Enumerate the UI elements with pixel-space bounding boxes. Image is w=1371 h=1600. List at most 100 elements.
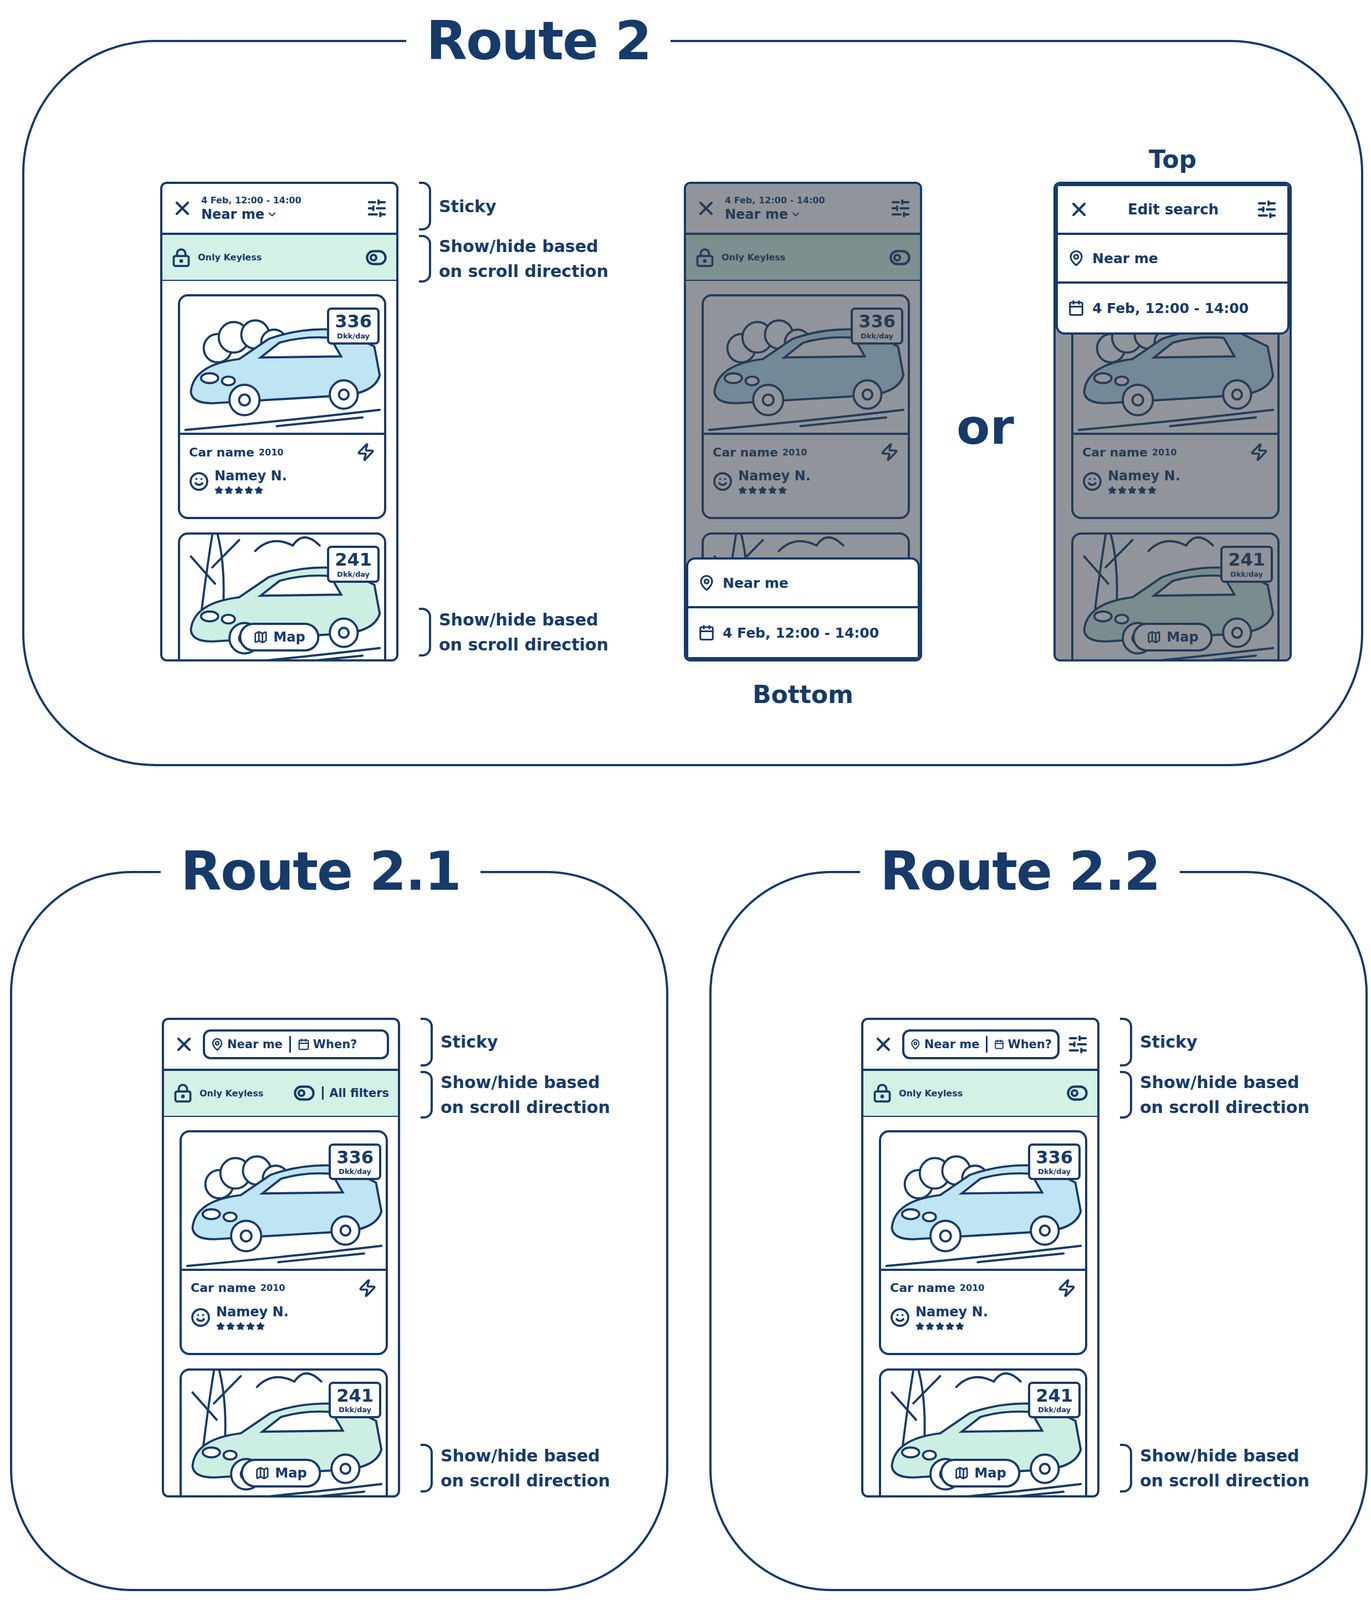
map-button[interactable]: Map bbox=[240, 1459, 321, 1488]
variant-caption: Bottom bbox=[752, 678, 854, 712]
filter-icon[interactable] bbox=[366, 197, 388, 219]
car-card[interactable]: 336Dkk/day Car name2010 Namey N. bbox=[177, 294, 387, 520]
location-text: Near me bbox=[201, 206, 359, 223]
bracket bbox=[420, 1071, 433, 1119]
owner-info: Namey N. bbox=[915, 1304, 989, 1332]
car-name: Car name bbox=[889, 1281, 956, 1296]
variant: 4 Feb, 12:00 - 14:00Near meOnly Keyless3… bbox=[683, 142, 923, 712]
calendar-icon bbox=[1067, 299, 1085, 317]
map-button[interactable]: Map bbox=[939, 1459, 1021, 1488]
bracket bbox=[1119, 1017, 1133, 1067]
car-name: Car name bbox=[188, 445, 255, 460]
pill-divider bbox=[289, 1036, 291, 1053]
price-badge: 241Dkk/day bbox=[326, 545, 380, 583]
header-bar: Near meWhen? bbox=[164, 1020, 398, 1072]
phone-group: Near meWhen?Only Keyless336Dkk/dayCar na… bbox=[861, 1017, 1314, 1498]
car-card[interactable]: 336Dkk/dayCar name2010Namey N. bbox=[878, 1130, 1088, 1356]
search-field[interactable]: Near me bbox=[1057, 234, 1288, 284]
top-search-sheet: Edit search Near me4 Feb, 12:00 - 14:00 bbox=[1055, 183, 1290, 335]
smiley-icon bbox=[889, 1307, 910, 1328]
search-field[interactable]: 4 Feb, 12:00 - 14:00 bbox=[1057, 283, 1288, 333]
route-frame: Route 24 Feb, 12:00 - 14:00Near meOnly K… bbox=[22, 10, 1364, 767]
star-icon bbox=[244, 486, 254, 495]
bracket bbox=[1119, 1444, 1133, 1493]
search-field-text: 4 Feb, 12:00 - 14:00 bbox=[722, 625, 879, 642]
pin-icon bbox=[698, 574, 715, 592]
calendar-icon bbox=[994, 1038, 1005, 1051]
search-summary[interactable]: 4 Feb, 12:00 - 14:00Near me bbox=[201, 195, 359, 223]
all-filters-button[interactable]: All filters bbox=[321, 1086, 390, 1101]
owner-info: Namey N. bbox=[214, 468, 288, 495]
car-card[interactable]: 336Dkk/dayCar name2010Namey N. bbox=[179, 1130, 388, 1356]
phone-screen: 4 Feb, 12:00 - 14:00Near me Only Keyless 3… bbox=[160, 181, 399, 662]
owner-name: Namey N. bbox=[915, 1304, 989, 1321]
map-icon bbox=[954, 1466, 969, 1481]
map-icon bbox=[253, 630, 268, 645]
search-pill[interactable]: Near meWhen? bbox=[902, 1029, 1060, 1060]
star-icon bbox=[915, 1322, 925, 1332]
car-name-row: Car name2010 bbox=[190, 1279, 377, 1298]
star-icon bbox=[254, 486, 264, 495]
car-image: 336Dkk/day bbox=[180, 296, 385, 436]
car-name-row: Car name2010 bbox=[889, 1279, 1077, 1298]
search-field[interactable]: Near me bbox=[688, 559, 918, 609]
filter-icon[interactable] bbox=[1256, 198, 1278, 221]
close-icon[interactable] bbox=[172, 1033, 196, 1056]
close-icon[interactable] bbox=[872, 1033, 895, 1056]
rating-stars bbox=[915, 1322, 989, 1332]
search-field[interactable]: 4 Feb, 12:00 - 14:00 bbox=[688, 608, 918, 658]
keyless-toggle-icon[interactable] bbox=[293, 1082, 316, 1105]
price-unit: Dkk/day bbox=[338, 1405, 372, 1415]
sub-routes: Route 2.1Near meWhen?Only KeylessAll fil… bbox=[9, 841, 1368, 1592]
annotation: Show/hide based on scroll direction bbox=[1119, 1443, 1314, 1494]
filter-bar: Only Keyless bbox=[863, 1071, 1098, 1118]
pin-icon bbox=[1067, 249, 1085, 267]
star-icon bbox=[925, 1322, 935, 1332]
header-bar: Near meWhen? bbox=[863, 1020, 1098, 1072]
bracket bbox=[1119, 1071, 1133, 1119]
owner-name: Namey N. bbox=[214, 468, 288, 484]
route-title: Route 2 bbox=[406, 10, 671, 72]
lightning-icon bbox=[1057, 1279, 1077, 1298]
filter-icon[interactable] bbox=[1067, 1034, 1089, 1056]
owner-row: Namey N. bbox=[190, 1304, 377, 1332]
map-button[interactable]: Map bbox=[238, 622, 320, 652]
route-section: Route 24 Feb, 12:00 - 14:00Near meOnly K… bbox=[22, 10, 1364, 767]
sheet-title: Edit search bbox=[1097, 201, 1249, 218]
keyless-icon bbox=[172, 1083, 193, 1104]
header-bar: 4 Feb, 12:00 - 14:00Near me bbox=[162, 183, 397, 235]
route-row: 4 Feb, 12:00 - 14:00Near meOnly Keyless3… bbox=[24, 142, 1362, 712]
price-badge: 241Dkk/day bbox=[1027, 1382, 1081, 1419]
when-text: When? bbox=[313, 1037, 358, 1052]
star-icon bbox=[234, 486, 244, 495]
keyless-icon bbox=[872, 1083, 893, 1104]
bracket bbox=[420, 1017, 433, 1067]
filter-bar: Only Keyless bbox=[162, 234, 397, 281]
annotations: StickyShow/hide based on scroll directio… bbox=[418, 181, 613, 662]
filter-bar: Only Keyless All filters bbox=[164, 1071, 398, 1118]
close-icon[interactable] bbox=[1067, 198, 1091, 221]
price-value: 241 bbox=[336, 1386, 374, 1406]
location-text: Near me bbox=[924, 1037, 980, 1052]
smiley-icon bbox=[188, 471, 209, 492]
variant: TopCar name2010Namey N.241Dkk/dayMapEdit… bbox=[1053, 142, 1292, 662]
keyless-toggle-icon[interactable] bbox=[365, 246, 388, 269]
car-info: Car name2010 Namey N. bbox=[881, 1271, 1086, 1354]
pin-icon bbox=[210, 1037, 224, 1052]
star-icon bbox=[214, 486, 224, 495]
phone-group: 4 Feb, 12:00 - 14:00Near me Only Keyless 3… bbox=[160, 181, 613, 662]
close-icon[interactable] bbox=[171, 197, 194, 220]
search-pill[interactable]: Near meWhen? bbox=[202, 1029, 390, 1060]
annotations: StickyShow/hide based on scroll directio… bbox=[1119, 1017, 1314, 1498]
phone-screen: Near meWhen?Only Keyless336Dkk/dayCar na… bbox=[861, 1017, 1100, 1498]
price-unit: Dkk/day bbox=[1037, 1405, 1071, 1415]
bracket bbox=[418, 181, 432, 231]
star-icon bbox=[256, 1322, 265, 1332]
car-name-row: Car name2010 bbox=[188, 442, 376, 462]
keyless-label: Only Keyless bbox=[199, 1088, 287, 1099]
annotations: StickyShow/hide based on scroll directio… bbox=[420, 1017, 615, 1498]
route-frame: Route 2.1Near meWhen?Only KeylessAll fil… bbox=[9, 841, 669, 1592]
lightning-icon bbox=[357, 1279, 377, 1298]
star-icon bbox=[945, 1322, 955, 1332]
keyless-toggle-icon[interactable] bbox=[1066, 1082, 1089, 1105]
